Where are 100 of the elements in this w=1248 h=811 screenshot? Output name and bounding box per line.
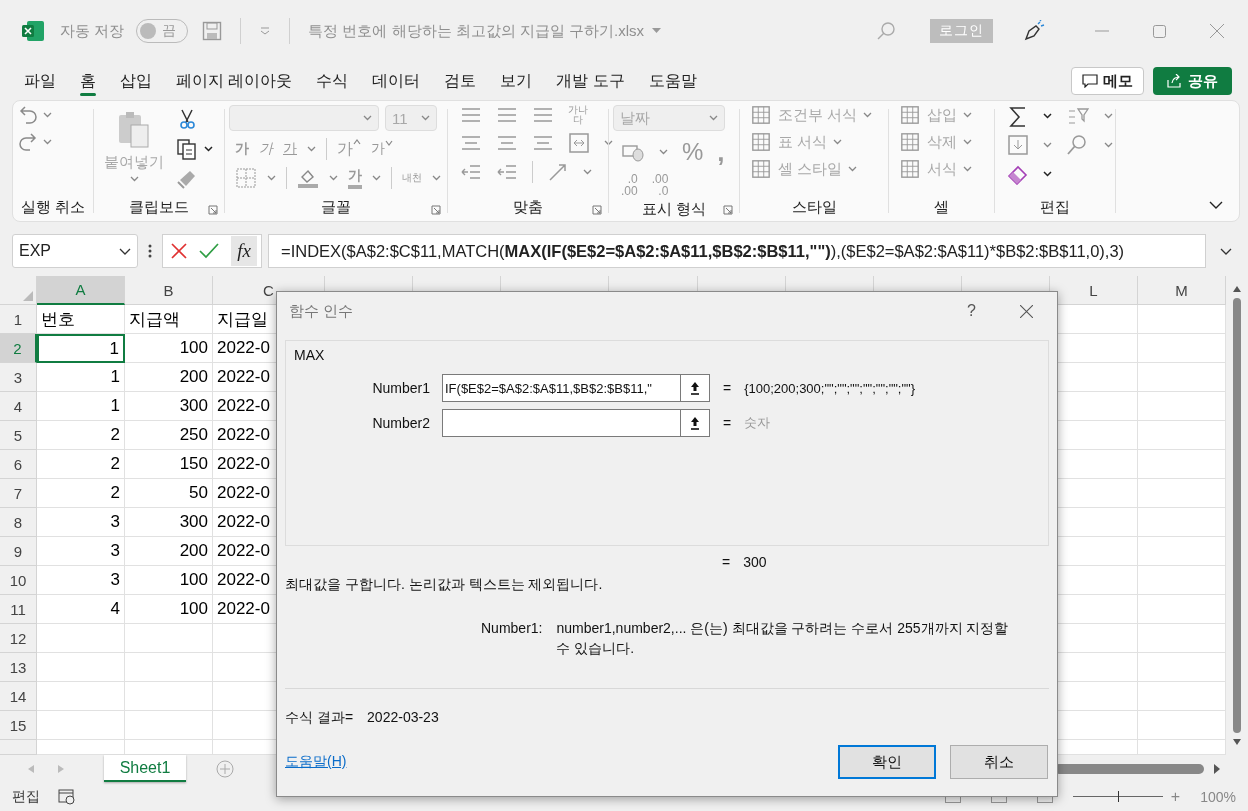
column-header[interactable]: L [1050, 276, 1138, 305]
table-cell[interactable]: 지급액 [125, 305, 213, 334]
ribbon-tab[interactable]: 개발 도구 [544, 65, 637, 97]
scrollbar-thumb[interactable] [1233, 298, 1241, 733]
table-cell[interactable]: 250 [125, 421, 213, 450]
pen-icon[interactable] [1023, 20, 1045, 42]
scroll-up-icon[interactable] [1233, 286, 1241, 292]
expand-icon[interactable] [1220, 247, 1232, 255]
format-painter-icon[interactable] [176, 168, 198, 190]
table-cell[interactable]: 4 [37, 595, 125, 624]
undo-icon[interactable] [17, 105, 37, 125]
table-cell[interactable] [37, 682, 125, 711]
orientation-icon[interactable] [547, 161, 569, 183]
row-header[interactable]: 6 [0, 450, 37, 479]
middle-align-icon[interactable] [496, 105, 518, 125]
caret-icon[interactable] [1043, 113, 1052, 119]
table-cell[interactable]: 200 [125, 537, 213, 566]
ribbon-tab[interactable]: 파일 [12, 65, 68, 97]
row-header[interactable]: 10 [0, 566, 37, 595]
table-cell[interactable]: 3 [37, 566, 125, 595]
ribbon-tab[interactable]: 수식 [304, 65, 361, 97]
table-cell[interactable]: 2 [37, 450, 125, 479]
sheet-tab[interactable]: Sheet1 [104, 755, 186, 782]
next-sheet-icon[interactable] [58, 764, 64, 773]
collapse-ribbon-icon[interactable] [1209, 201, 1223, 209]
table-cell[interactable]: 50 [125, 479, 213, 508]
table-cell[interactable]: 2 [37, 421, 125, 450]
ribbon-tab[interactable]: 보기 [488, 65, 545, 97]
table-cell[interactable] [125, 711, 213, 740]
more-icon[interactable] [148, 244, 152, 258]
close-icon[interactable] [1210, 24, 1224, 38]
launcher-icon[interactable] [592, 205, 602, 215]
name-box[interactable]: EXP [12, 234, 138, 268]
ribbon-tab[interactable]: 페이지 레이아웃 [164, 65, 305, 97]
redo-icon[interactable] [17, 132, 37, 152]
table-cell[interactable]: 2 [37, 479, 125, 508]
table-cell[interactable] [125, 682, 213, 711]
merge-icon[interactable] [568, 132, 590, 154]
select-all-corner[interactable] [0, 276, 37, 305]
row-header[interactable]: 2 [0, 334, 37, 363]
row-header[interactable]: 4 [0, 392, 37, 421]
save-icon[interactable] [202, 21, 223, 41]
bottom-align-icon[interactable] [532, 105, 554, 125]
collapse-dialog-button[interactable] [680, 374, 710, 402]
enter-icon[interactable] [199, 243, 219, 259]
copy-icon[interactable] [176, 138, 198, 160]
align-right-icon[interactable] [532, 133, 554, 153]
ribbon-tab[interactable]: 데이터 [360, 65, 433, 97]
table-cell[interactable] [37, 653, 125, 682]
eraser-icon[interactable] [1007, 163, 1029, 185]
row-header[interactable]: 14 [0, 682, 37, 711]
cancel-icon[interactable] [171, 243, 187, 259]
help-button[interactable]: ? [967, 302, 976, 320]
table-cell[interactable]: 150 [125, 450, 213, 479]
launcher-icon[interactable] [431, 205, 441, 215]
table-cell[interactable]: 1 [37, 334, 125, 363]
launcher-icon[interactable] [208, 205, 218, 215]
top-align-icon[interactable] [460, 105, 482, 125]
sort-filter-icon[interactable] [1066, 105, 1090, 127]
table-cell[interactable]: 300 [125, 508, 213, 537]
table-cell[interactable]: 번호 [37, 305, 125, 334]
customize-caret-icon[interactable] [259, 26, 272, 36]
ribbon-tab[interactable]: 삽입 [108, 65, 164, 97]
table-cell[interactable]: 100 [125, 595, 213, 624]
share-button[interactable]: 공유 [1153, 67, 1232, 95]
comments-button[interactable]: 메모 [1071, 67, 1144, 95]
table-cell[interactable]: 100 [125, 334, 213, 363]
table-cell[interactable] [125, 624, 213, 653]
add-sheet-icon[interactable] [216, 759, 234, 778]
help-link[interactable]: 도움말(H) [285, 753, 347, 771]
launcher-icon[interactable] [723, 205, 733, 215]
table-cell[interactable]: 200 [125, 363, 213, 392]
ribbon-tab[interactable]: 홈 [68, 65, 108, 97]
scroll-down-icon[interactable] [1233, 739, 1241, 745]
scroll-right-icon[interactable] [1214, 763, 1220, 774]
ok-button[interactable]: 확인 [838, 745, 936, 779]
table-cell[interactable] [125, 653, 213, 682]
previous-sheet-icon[interactable] [28, 764, 34, 773]
table-cell[interactable] [37, 711, 125, 740]
row-header[interactable]: 8 [0, 508, 37, 537]
row-header[interactable]: 15 [0, 711, 37, 740]
borders-icon[interactable] [235, 167, 257, 189]
align-center-icon[interactable] [496, 133, 518, 153]
row-header[interactable]: 1 [0, 305, 37, 334]
insert-function-button[interactable]: fx [231, 236, 257, 266]
decrease-indent-icon[interactable] [460, 162, 482, 182]
fill-color-icon[interactable] [297, 167, 319, 189]
table-cell[interactable]: 1 [37, 392, 125, 421]
increase-indent-icon[interactable] [496, 162, 518, 182]
caret-icon[interactable] [1043, 171, 1052, 177]
ribbon-tab[interactable]: 도움말 [636, 65, 709, 97]
column-header[interactable]: M [1138, 276, 1226, 305]
row-header[interactable]: 12 [0, 624, 37, 653]
close-icon[interactable] [1020, 304, 1033, 318]
collapse-dialog-button[interactable] [680, 409, 710, 437]
table-cell[interactable]: 3 [37, 508, 125, 537]
argument-field[interactable] [442, 409, 680, 437]
column-header[interactable]: A [37, 276, 125, 305]
row-header[interactable]: 11 [0, 595, 37, 624]
argument-field[interactable]: IF($E$2=$A$2:$A$11,$B$2:$B$11," [442, 374, 680, 402]
